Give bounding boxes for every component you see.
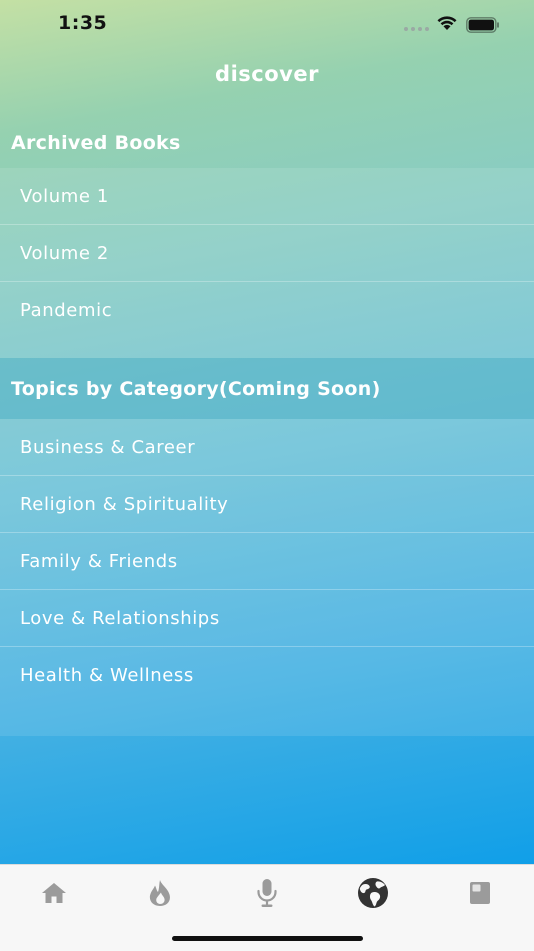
battery-icon xyxy=(466,17,499,33)
list-item-volume-1[interactable]: Volume 1 xyxy=(0,168,534,225)
status-time: 1:35 xyxy=(58,12,108,34)
list-item-family-friends[interactable]: Family & Friends xyxy=(0,533,534,590)
tab-globe[interactable] xyxy=(353,877,393,909)
microphone-icon xyxy=(257,879,277,907)
book-icon xyxy=(470,882,490,904)
list-item-religion-spirituality[interactable]: Religion & Spirituality xyxy=(0,476,534,533)
list-item-health-wellness[interactable]: Health & Wellness xyxy=(0,647,534,704)
page-title: discover xyxy=(215,62,319,86)
tab-microphone[interactable] xyxy=(247,877,287,909)
list-item-volume-2[interactable]: Volume 2 xyxy=(0,225,534,282)
section-header-topics-by-category: Topics by Category(Coming Soon) xyxy=(0,358,534,419)
globe-icon xyxy=(358,878,388,908)
status-bar: 1:35 xyxy=(0,0,534,52)
tab-fire[interactable] xyxy=(140,877,180,909)
topics-list: Business & Career Religion & Spiritualit… xyxy=(0,419,534,736)
list-item-love-relationships[interactable]: Love & Relationships xyxy=(0,590,534,647)
home-icon xyxy=(42,883,66,903)
wifi-icon xyxy=(437,16,457,30)
section-header-archived-books: Archived Books xyxy=(11,132,181,154)
home-indicator xyxy=(172,936,363,941)
archived-books-list: Volume 1 Volume 2 Pandemic xyxy=(0,168,534,358)
tab-home[interactable] xyxy=(34,877,74,909)
tab-book[interactable] xyxy=(460,877,500,909)
cellular-signal-icon xyxy=(404,27,429,31)
list-item-business-career[interactable]: Business & Career xyxy=(0,419,534,476)
discover-screen: 1:35 discover Archived Books Volume 1 Vo… xyxy=(0,0,534,864)
fire-icon xyxy=(149,880,170,906)
list-item-pandemic[interactable]: Pandemic xyxy=(0,282,534,339)
